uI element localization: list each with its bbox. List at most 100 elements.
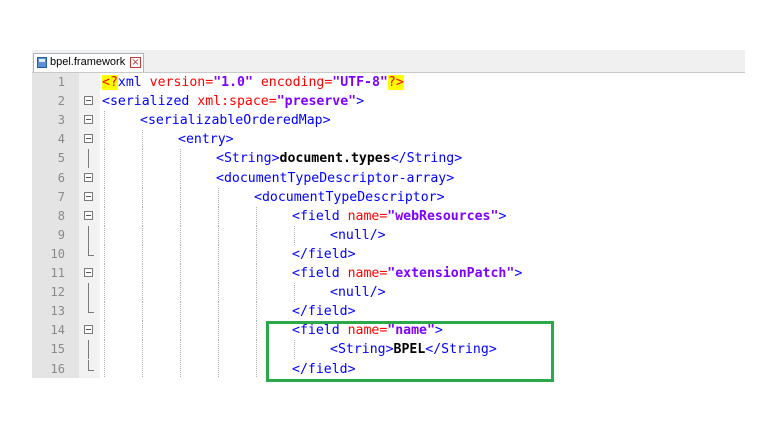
indent-guide: [142, 359, 143, 378]
indent-guide: [218, 340, 219, 360]
code-line[interactable]: 6 <documentTypeDescriptor-array>: [32, 168, 745, 188]
line-number: 10: [50, 246, 65, 261]
token-tag: <field: [292, 208, 340, 224]
indent-guide: [180, 168, 181, 188]
token-tag: >: [498, 208, 507, 224]
indent-guide: [142, 302, 143, 322]
fold-toggle-icon[interactable]: [84, 268, 93, 277]
token-val: "1.0": [213, 75, 253, 90]
indent-guide: [180, 225, 181, 245]
line-number: 15: [50, 342, 65, 357]
indent-guide: [142, 187, 143, 207]
indent-guide: [104, 340, 105, 360]
code-text: </field>: [292, 303, 356, 320]
code-text: <entry>: [178, 131, 234, 148]
xml-file-icon: [37, 57, 47, 68]
indent-guide: [180, 244, 181, 264]
fold-toggle-icon[interactable]: [84, 134, 93, 144]
indent-guide: [104, 302, 105, 322]
indent-guide: [218, 264, 219, 284]
code-line[interactable]: 12 <null/>: [32, 283, 745, 303]
code-line[interactable]: 10 </field>: [32, 244, 745, 264]
indent-guide: [294, 225, 295, 245]
code-text: <serialized xml:space="preserve">: [102, 93, 364, 110]
line-number: 3: [57, 113, 65, 128]
fold-toggle-icon[interactable]: [84, 325, 93, 335]
indent-guide: [180, 187, 181, 207]
token-pi: ?>: [387, 75, 404, 90]
indent-guide: [180, 206, 181, 226]
indent-guide: [218, 283, 219, 303]
fold-line-icon: [84, 340, 93, 360]
indent-guide: [180, 340, 181, 360]
indent-guide: [294, 283, 295, 303]
token-tag: <documentTypeDescriptor>: [254, 189, 445, 205]
line-number: 2: [57, 94, 65, 109]
code-line[interactable]: 1 <?xml version="1.0" encoding="UTF-8"?>: [32, 73, 745, 92]
indent-guide: [256, 206, 257, 226]
indent-guide: [142, 206, 143, 226]
indent-guide: [104, 225, 105, 245]
indent-guide: [142, 244, 143, 264]
fold-line-icon: [84, 283, 93, 303]
token-tag: >: [356, 94, 365, 110]
fold-line-icon: [84, 225, 93, 245]
tab-label: bpel.framework: [50, 56, 126, 68]
indent-guide: [142, 283, 143, 303]
indent-guide: [104, 187, 105, 207]
fold-toggle-icon[interactable]: [84, 96, 93, 106]
token-tag: <serialized: [102, 94, 190, 110]
fold-toggle-icon[interactable]: [84, 210, 93, 220]
token-val: "preserve": [276, 94, 357, 110]
code-text: <serializableOrderedMap>: [140, 112, 331, 129]
code-line[interactable]: 7 <documentTypeDescriptor>: [32, 187, 745, 207]
tab-bpel-framework[interactable]: bpel.framework ×: [33, 53, 144, 72]
indent-guide: [256, 283, 257, 303]
code-line[interactable]: 8 <field name="webResources">: [32, 206, 745, 226]
line-number: 16: [50, 361, 65, 376]
code-text: <field name="webResources">: [292, 208, 506, 225]
code-line[interactable]: 11 <field name="extensionPatch">: [32, 264, 745, 284]
code-text: <documentTypeDescriptor-array>: [216, 170, 454, 187]
code-line[interactable]: 4 <entry>: [32, 130, 745, 150]
indent-guide: [218, 187, 219, 207]
indent-guide: [180, 302, 181, 322]
indent-guide: [218, 225, 219, 245]
code-line[interactable]: 2 <serialized xml:space="preserve">: [32, 92, 745, 111]
fold-toggle-icon[interactable]: [84, 115, 93, 125]
token-tag: </field>: [292, 304, 356, 320]
indent-guide: [180, 264, 181, 284]
fold-toggle-icon[interactable]: [84, 191, 93, 201]
indent-guide: [142, 321, 143, 341]
token-val: "webResources": [387, 208, 499, 224]
token-tag: xml: [117, 75, 142, 90]
fold-toggle-icon[interactable]: [84, 172, 93, 182]
line-number: 9: [57, 227, 65, 242]
close-icon[interactable]: ×: [130, 57, 141, 68]
token-tag: <field: [292, 266, 340, 281]
line-number: 7: [57, 189, 65, 204]
indent-guide: [180, 321, 181, 341]
line-number: 13: [50, 304, 65, 319]
code-line[interactable]: 9 <null/>: [32, 225, 745, 245]
token-tag: <documentTypeDescriptor-array>: [216, 170, 455, 186]
code-text: <null/>: [330, 284, 386, 301]
token-tag: </field>: [292, 246, 356, 262]
code-line[interactable]: 5 <String>document.types</String>: [32, 149, 745, 169]
token-attr: encoding=: [252, 75, 333, 90]
token-attr: version=: [141, 75, 214, 90]
indent-guide: [256, 302, 257, 322]
token-tag: <serializableOrderedMap>: [140, 113, 331, 129]
token-val: "UTF-8": [332, 75, 388, 90]
code-line[interactable]: 3 <serializableOrderedMap>: [32, 111, 745, 131]
code-line[interactable]: 13 </field>: [32, 302, 745, 322]
token-attr: name=: [339, 208, 388, 224]
code-text: <?xml version="1.0" encoding="UTF-8"?>: [102, 74, 404, 91]
indent-guide: [180, 149, 181, 169]
token-tag: <entry>: [178, 132, 234, 148]
line-number: 1: [57, 75, 65, 89]
indent-guide: [218, 206, 219, 226]
indent-guide: [218, 244, 219, 264]
indent-guide: [142, 340, 143, 360]
indent-guide: [104, 111, 105, 131]
